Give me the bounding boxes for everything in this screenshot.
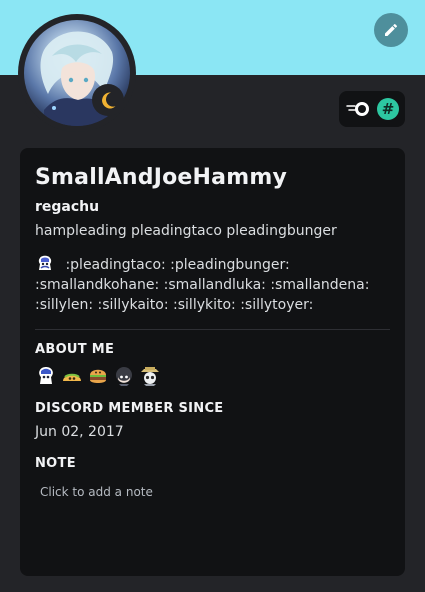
hat-character-emoji-icon <box>141 367 159 386</box>
custom-status-text: :pleadingtaco: :pleadingbunger: :smallan… <box>35 257 370 313</box>
pencil-icon <box>385 23 398 36</box>
note-input[interactable] <box>35 479 385 505</box>
nitro-badge[interactable] <box>345 99 371 119</box>
badge-list: # <box>339 91 405 127</box>
hash-badge-icon[interactable]: # <box>377 98 399 120</box>
display-name: SmallAndJoeHammy <box>35 165 287 190</box>
pleading-taco-emoji-icon <box>63 373 81 381</box>
pronouns: hampleading pleadingtaco pleadingbunger <box>35 223 337 239</box>
pleading-character-emoji-icon <box>39 367 53 384</box>
moon-idle-icon <box>102 92 116 109</box>
divider <box>35 329 390 330</box>
pleading-custom-emoji-icon <box>38 255 52 270</box>
profile-card: SmallAndJoeHammy regachu hampleading ple… <box>20 148 405 576</box>
about-me-title: ABOUT ME <box>35 342 115 357</box>
small-character-emoji-icon <box>116 367 132 386</box>
avatar-container <box>18 14 136 132</box>
pleading-burger-emoji-icon <box>90 369 106 383</box>
member-since-date: Jun 02, 2017 <box>35 424 124 440</box>
custom-status: :pleadingtaco: :pleadingbunger: :smallan… <box>35 254 390 315</box>
about-me-emojis <box>35 365 390 387</box>
note-title: NOTE <box>35 456 76 471</box>
status-indicator <box>92 84 124 116</box>
username: regachu <box>35 199 100 215</box>
member-since-title: DISCORD MEMBER SINCE <box>35 401 224 416</box>
edit-profile-button[interactable] <box>374 13 408 47</box>
nitro-badge-icon <box>346 102 369 116</box>
